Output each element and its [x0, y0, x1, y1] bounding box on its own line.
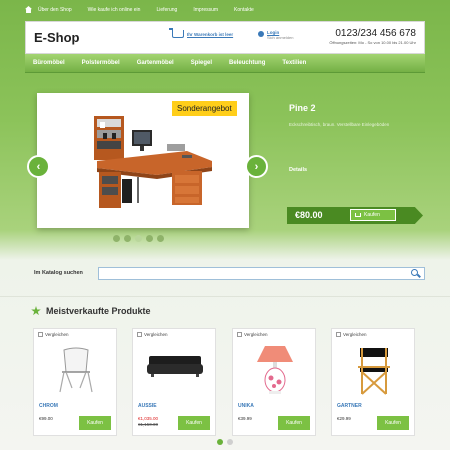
pager-dot[interactable]	[227, 439, 233, 445]
buy-button[interactable]: Kaufen	[178, 416, 210, 430]
cart-link[interactable]: Ihr Warenkorb ist leer	[169, 28, 233, 38]
buy-button-label: Kaufen	[364, 212, 380, 218]
compare-label: Vergleichen	[144, 332, 168, 337]
lamp-image[interactable]	[243, 342, 307, 398]
slider-pagination	[113, 235, 164, 242]
category-textiles[interactable]: Textilien	[282, 60, 306, 66]
product-sale-price: €1,035.00	[138, 416, 159, 421]
nav-link-how-to-buy[interactable]: Wie kaufe ich online ein	[88, 7, 141, 13]
product-name[interactable]: GARTNER	[337, 403, 362, 409]
product-card-chrom: Vergleichen CHROM €99.00 Kaufen	[33, 328, 117, 436]
special-offer-badge: Sonderangebot	[172, 101, 237, 116]
user-icon	[258, 31, 264, 37]
slider-dot[interactable]	[146, 235, 153, 242]
buy-button[interactable]: Kaufen	[377, 416, 409, 430]
bestsellers-heading: Meistverkaufte Produkte	[46, 306, 151, 316]
search-label: Im Katalog suchen	[34, 270, 83, 276]
category-mirrors[interactable]: Spiegel	[191, 60, 212, 66]
product-card-unika: Vergleichen UNIKA €39.99 Kaufen	[232, 328, 316, 436]
compare-label: Vergleichen	[244, 332, 268, 337]
buy-button[interactable]: Kaufen	[79, 416, 111, 430]
compare-checkbox[interactable]: Vergleichen	[38, 332, 69, 337]
search-icon[interactable]	[411, 269, 418, 276]
featured-product-description: Eckschreibtisch, braun. Verstellbare Ein…	[289, 122, 390, 127]
slider-dot-active[interactable]	[135, 235, 142, 242]
compare-label: Vergleichen	[343, 332, 367, 337]
nav-link-contacts[interactable]: Kontakte	[234, 7, 254, 13]
nav-link-about[interactable]: Über den Shop	[38, 7, 72, 13]
opening-hours: Öffnungszeiten: Mo - So von 10.00 bis 21…	[329, 40, 416, 45]
star-icon	[31, 306, 41, 316]
register-link[interactable]: Sich anmelden	[267, 35, 293, 40]
compare-label: Vergleichen	[45, 332, 69, 337]
chevron-right-icon: ›	[254, 160, 259, 173]
chevron-left-icon: ‹	[36, 160, 41, 173]
login-area: Login Sich anmelden	[258, 30, 293, 40]
product-name[interactable]: AUSSIE	[138, 403, 157, 409]
shopping-cart-icon	[169, 28, 184, 38]
product-old-price: €1,150.00	[138, 422, 159, 427]
catalog-search-input[interactable]	[98, 267, 425, 280]
category-garden-furniture[interactable]: Gartenmöbel	[137, 60, 174, 66]
details-link[interactable]: Details	[289, 167, 307, 173]
category-menu: Büromöbel Polstermöbel Gartenmöbel Spieg…	[25, 54, 425, 73]
nav-link-delivery[interactable]: Lieferung	[156, 7, 177, 13]
category-office-furniture[interactable]: Büromöbel	[33, 60, 65, 66]
compare-checkbox[interactable]: Vergleichen	[237, 332, 268, 337]
product-price: €99.00	[39, 416, 53, 421]
checkbox-icon[interactable]	[38, 332, 43, 337]
cart-status[interactable]: Ihr Warenkorb ist leer	[187, 32, 233, 37]
product-name[interactable]: UNIKA	[238, 403, 254, 409]
header: E-Shop Ihr Warenkorb ist leer Login Sich…	[25, 21, 425, 54]
pager-dot-active[interactable]	[217, 439, 223, 445]
chair-image[interactable]	[44, 342, 108, 398]
buy-button[interactable]: Kaufen	[278, 416, 310, 430]
product-price: €29.99	[337, 416, 351, 421]
product-price: €39.99	[238, 416, 252, 421]
slider-dot[interactable]	[124, 235, 131, 242]
featured-product-price: €80.00	[295, 210, 323, 220]
featured-buy-button[interactable]: Kaufen	[350, 209, 396, 221]
divider	[0, 296, 450, 297]
nav-link-imprint[interactable]: Impressum	[193, 7, 218, 13]
sofa-image[interactable]	[143, 342, 207, 398]
slider-prev-button[interactable]: ‹	[27, 155, 50, 178]
product-card-gartner: Vergleichen GARTNER €29.99 Kaufen	[331, 328, 415, 436]
slider-dot[interactable]	[113, 235, 120, 242]
director-chair-image[interactable]	[342, 342, 406, 398]
category-lighting[interactable]: Beleuchtung	[229, 60, 265, 66]
bestsellers-pagination	[217, 439, 233, 445]
cart-icon	[355, 213, 361, 217]
featured-product-title[interactable]: Pine 2	[289, 103, 316, 113]
category-upholstered-furniture[interactable]: Polstermöbel	[82, 60, 120, 66]
product-name[interactable]: CHROM	[39, 403, 58, 409]
checkbox-icon[interactable]	[336, 332, 341, 337]
checkbox-icon[interactable]	[237, 332, 242, 337]
compare-checkbox[interactable]: Vergleichen	[137, 332, 168, 337]
slider-next-button[interactable]: ›	[245, 155, 268, 178]
phone-number: 0123/234 456 678	[335, 28, 416, 39]
checkbox-icon[interactable]	[137, 332, 142, 337]
site-logo[interactable]: E-Shop	[34, 30, 80, 45]
compare-checkbox[interactable]: Vergleichen	[336, 332, 367, 337]
product-card-aussie: Vergleichen AUSSIE €1,035.00 €1,150.00 K…	[132, 328, 216, 436]
slider-dot[interactable]	[157, 235, 164, 242]
